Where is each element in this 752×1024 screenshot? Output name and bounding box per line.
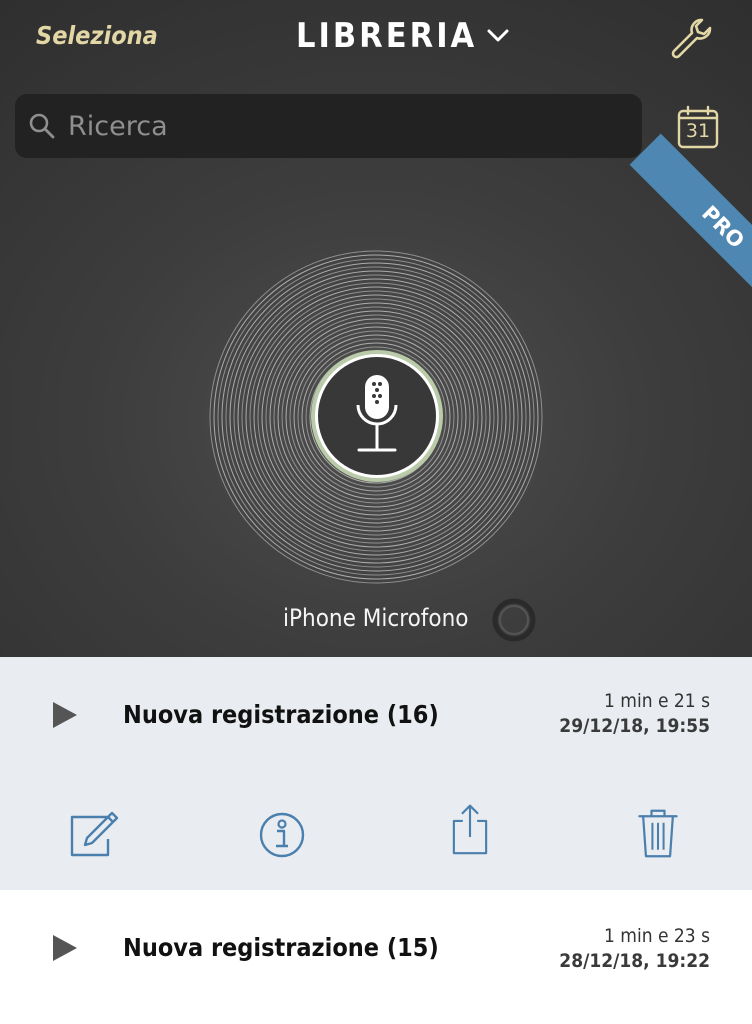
pro-badge[interactable]: PRO <box>629 133 752 321</box>
recording-duration: 1 min e 21 s <box>604 690 710 712</box>
library-title-dropdown[interactable]: LIBRERIA <box>296 12 509 60</box>
recording-title: Nuova registrazione (16) <box>123 700 439 729</box>
recording-duration: 1 min e 23 s <box>604 925 710 947</box>
edit-icon[interactable] <box>68 809 120 861</box>
share-icon[interactable] <box>444 803 496 855</box>
trash-icon[interactable] <box>632 807 684 859</box>
chevron-down-icon <box>487 29 509 42</box>
recording-date: 29/12/18, 19:55 <box>559 715 710 737</box>
calendar-day: 31 <box>685 120 711 142</box>
recorder-panel: Seleziona LIBRERIA 31 PRO iPho <box>0 0 752 657</box>
select-button[interactable]: Seleziona <box>36 18 158 54</box>
play-icon[interactable] <box>53 935 77 961</box>
page-title: LIBRERIA <box>296 16 478 56</box>
recording-title: Nuova registrazione (15) <box>123 933 439 962</box>
search-icon <box>29 113 55 139</box>
input-source-label[interactable]: iPhone Microfono <box>283 602 469 634</box>
info-icon[interactable] <box>256 809 308 861</box>
recording-row-selected[interactable]: Nuova registrazione (16) 1 min e 21 s 29… <box>0 657 752 890</box>
recording-meta: 1 min e 21 s 29/12/18, 19:55 <box>559 689 710 739</box>
search-input[interactable] <box>68 103 628 149</box>
recording-date: 28/12/18, 19:22 <box>559 950 710 972</box>
play-icon[interactable] <box>53 702 77 728</box>
wrench-icon[interactable] <box>668 14 716 62</box>
recording-row[interactable]: Nuova registrazione (15) 1 min e 23 s 28… <box>0 890 752 1024</box>
recording-meta: 1 min e 23 s 28/12/18, 19:22 <box>559 924 710 974</box>
microphone-icon <box>356 375 398 452</box>
level-indicator-icon <box>492 598 536 642</box>
